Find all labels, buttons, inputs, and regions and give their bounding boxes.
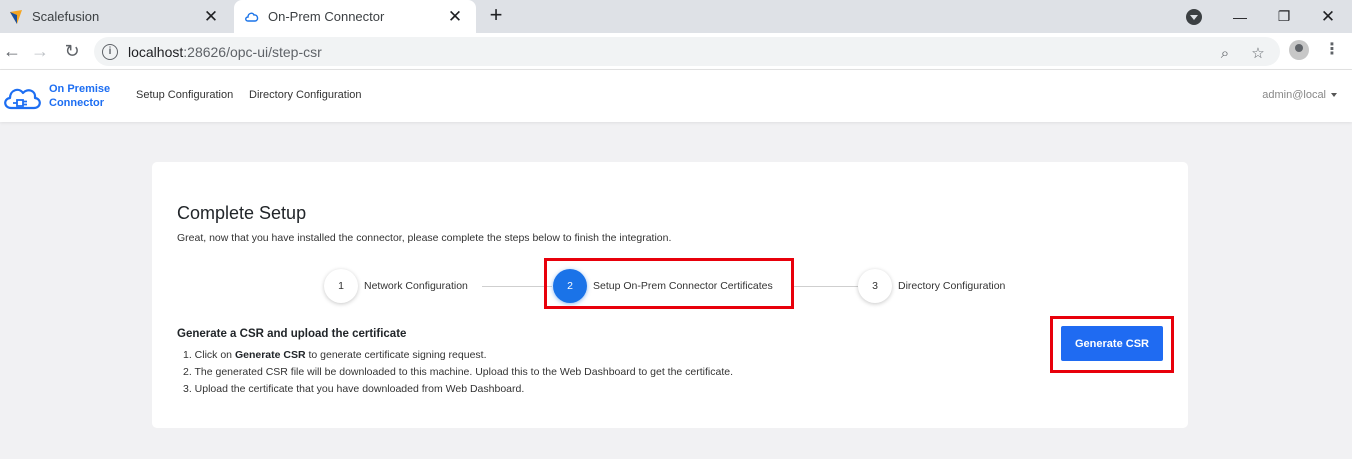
cloud-plug-logo[interactable]: [2, 81, 42, 113]
url-path: :28626/opc-ui/step-csr: [183, 43, 322, 60]
plus-icon[interactable]: +: [484, 4, 508, 28]
step-1-label: Network Configuration: [364, 280, 468, 292]
instruction-3: 3. Upload the certificate that you have …: [183, 383, 525, 395]
kebab-menu-icon[interactable]: ⋮: [1322, 40, 1342, 60]
brand-line-1: On Premise: [49, 83, 111, 95]
step-highlight-box: [544, 258, 794, 309]
address-bar[interactable]: i localhost:28626/opc-ui/step-csr ⌕ ☆: [94, 37, 1280, 66]
tab-title: On-Prem Connector: [268, 9, 385, 24]
forward-arrow-icon[interactable]: →: [28, 39, 52, 63]
instruction-1-bold: Generate CSR: [234, 349, 306, 361]
app-navbar: On Premise Connector Setup Configuration…: [0, 70, 1352, 122]
step-1-circle[interactable]: 1: [324, 269, 358, 303]
user-name: admin@local: [1262, 89, 1326, 101]
browser-tab-on-prem-connector[interactable]: On-Prem Connector ✕: [234, 0, 476, 33]
button-highlight-box: [1050, 316, 1174, 373]
page-title: Complete Setup: [177, 203, 307, 223]
tab-title: Scalefusion: [32, 9, 100, 24]
brand-name[interactable]: On Premise Connector: [49, 82, 110, 110]
caret-down-icon: [1331, 93, 1337, 97]
profile-icon[interactable]: [1186, 9, 1202, 25]
nav-setup-configuration[interactable]: Setup Configuration: [136, 89, 233, 101]
step-1-number: 1: [338, 280, 344, 292]
section-heading: Generate a CSR and upload the certificat…: [177, 328, 407, 340]
user-menu[interactable]: admin@local: [1262, 89, 1337, 101]
browser-tab-scalefusion[interactable]: Scalefusion ✕: [0, 0, 232, 33]
brand-line-2: Connector: [49, 97, 104, 109]
step-3-label: Directory Configuration: [898, 280, 1006, 292]
scalefusion-favicon: [10, 9, 22, 24]
avatar-icon[interactable]: [1289, 40, 1309, 60]
url-host: localhost: [128, 43, 184, 60]
instruction-1-suffix: to generate certificate signing request.: [305, 349, 487, 361]
step-connector: [792, 286, 858, 287]
step-connector: [482, 286, 552, 287]
instruction-1: 1. Click on Generate CSR to generate cer…: [183, 349, 487, 361]
reload-icon[interactable]: ↻: [60, 39, 84, 63]
restore-icon[interactable]: ❐: [1264, 0, 1304, 33]
minimize-icon[interactable]: —: [1220, 0, 1260, 33]
back-arrow-icon[interactable]: ←: [0, 39, 24, 63]
close-icon[interactable]: ✕: [202, 7, 220, 26]
close-icon[interactable]: ✕: [446, 7, 464, 26]
instruction-2: 2. The generated CSR file will be downlo…: [183, 366, 734, 378]
instruction-1-prefix: 1. Click on: [183, 349, 235, 361]
close-icon[interactable]: ✕: [1308, 0, 1348, 33]
browser-toolbar: ← → ↻ i localhost:28626/opc-ui/step-csr …: [0, 33, 1352, 70]
browser-tab-strip: Scalefusion ✕ On-Prem Connector ✕ + — ❐ …: [0, 0, 1352, 33]
setup-card: Complete Setup Great, now that you have …: [152, 162, 1188, 428]
page-subtitle: Great, now that you have installed the c…: [177, 232, 672, 244]
star-icon[interactable]: ☆: [1248, 43, 1268, 63]
zoom-icon[interactable]: ⌕: [1215, 43, 1235, 63]
step-3-number: 3: [872, 280, 878, 292]
nav-directory-configuration[interactable]: Directory Configuration: [249, 89, 362, 101]
info-icon[interactable]: i: [102, 43, 118, 60]
step-3-circle[interactable]: 3: [858, 269, 892, 303]
cloud-favicon: [245, 12, 259, 22]
